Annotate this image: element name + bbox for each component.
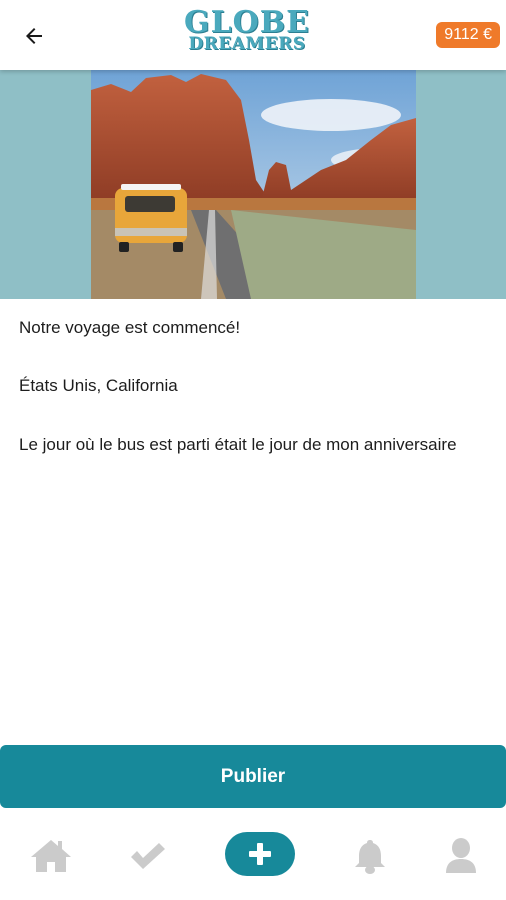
nav-notifications[interactable]: [346, 834, 394, 878]
publish-button[interactable]: Publier: [0, 745, 506, 808]
plus-icon: [249, 843, 271, 865]
user-icon: [446, 838, 476, 873]
post-title: Notre voyage est commencé!: [19, 318, 241, 337]
app-header: GLOBE DREAMERS 9112 €: [0, 0, 506, 70]
post-photo: [91, 70, 416, 299]
nav-add[interactable]: [225, 832, 295, 876]
bell-icon: [355, 840, 385, 874]
nav-check[interactable]: [124, 834, 172, 878]
photo-area: [0, 70, 506, 299]
logo-line-2: DREAMERS: [188, 34, 306, 54]
arrow-left-icon: [26, 28, 42, 44]
nav-home[interactable]: [27, 834, 75, 878]
home-icon: [31, 840, 71, 872]
balance-badge: 9112 €: [436, 22, 500, 48]
globe-dreamers-logo: GLOBE DREAMERS: [180, 8, 314, 60]
back-button[interactable]: [18, 20, 50, 52]
post-description: Le jour où le bus est parti était le jou…: [19, 435, 457, 454]
check-icon: [131, 843, 165, 869]
post-location: États Unis, California: [19, 376, 178, 395]
nav-profile[interactable]: [437, 834, 485, 878]
bottom-navigation: [0, 818, 506, 900]
